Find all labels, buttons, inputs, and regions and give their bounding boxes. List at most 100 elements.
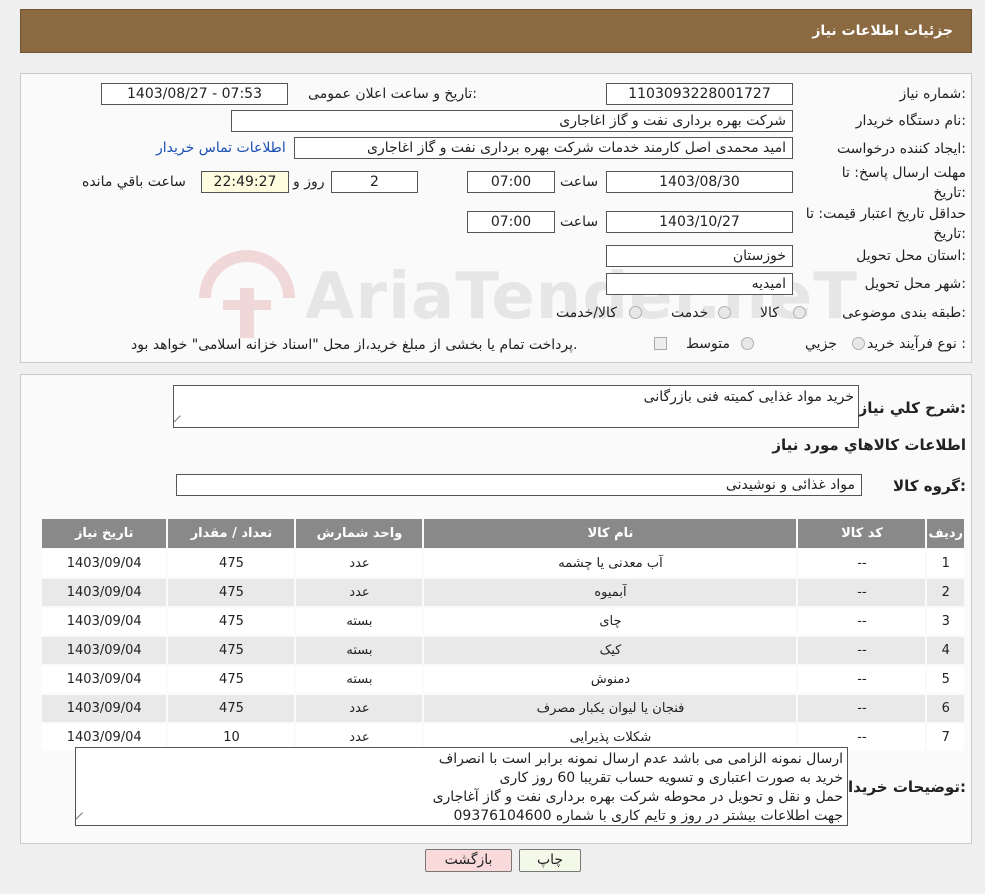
cell-row: 6 — [927, 695, 964, 722]
days-field: 2 — [331, 171, 418, 193]
col-code-header: کد کالا — [798, 519, 926, 548]
process-minor-radio[interactable] — [852, 337, 865, 350]
cell-qty: 475 — [168, 695, 295, 722]
cell-qty: 475 — [168, 637, 295, 664]
category-label: طبقه بندی موضوعی: — [842, 305, 966, 321]
province-label: استان محل تحویل: — [856, 248, 966, 264]
cell-qty: 475 — [168, 608, 295, 635]
page-title: جزئیات اطلاعات نیاز — [812, 23, 953, 39]
remaining-label: ساعت باقي مانده — [82, 174, 186, 190]
cell-date: 1403/09/04 — [42, 666, 167, 693]
category-service-radio[interactable] — [718, 306, 731, 319]
cell-date: 1403/09/04 — [42, 550, 167, 577]
cell-row: 3 — [927, 608, 964, 635]
col-unit-header: واحد شمارش — [296, 519, 423, 548]
announce-label: تاریخ و ساعت اعلان عمومی: — [308, 86, 477, 102]
cell-unit: بسته — [296, 608, 423, 635]
cell-name: چای — [424, 608, 797, 635]
table-row: 6 -- فنجان یا لیوان یکبار مصرف عدد 475 1… — [42, 695, 964, 722]
description-label: شرح کلي نياز: — [858, 399, 966, 417]
deadline-label: مهلت ارسال پاسخ: تا تاریخ: — [841, 165, 966, 201]
cell-unit: عدد — [296, 550, 423, 577]
cell-qty: 475 — [168, 550, 295, 577]
remaining-time-field: 22:49:27 — [201, 171, 289, 193]
deadline-time-label: ساعت — [560, 174, 599, 190]
notes-line: جهت اطلاعات بیشتر در روز و تایم کاری با … — [453, 808, 844, 824]
cell-row: 5 — [927, 666, 964, 693]
table-row: 5 -- دمنوش بسته 475 1403/09/04 — [42, 666, 964, 693]
table-header-row: ردیف کد کالا نام کالا واحد شمارش تعداد /… — [42, 519, 964, 548]
process-note: پرداخت تمام یا بخشی از مبلغ خرید،از محل … — [131, 337, 578, 353]
buyer-org-label: نام دستگاه خریدار: — [855, 113, 966, 129]
cell-date: 1403/09/04 — [42, 695, 167, 722]
page-header: جزئیات اطلاعات نیاز — [20, 9, 972, 53]
city-field: امیدیه — [606, 273, 793, 295]
col-qty-header: تعداد / مقدار — [168, 519, 295, 548]
cell-name: فنجان یا لیوان یکبار مصرف — [424, 695, 797, 722]
cell-date: 1403/09/04 — [42, 579, 167, 606]
category-both-label: کالا/خدمت — [556, 305, 617, 321]
items-section-title: اطلاعات کالاهاي مورد نياز — [772, 436, 966, 454]
back-button[interactable]: بازگشت — [425, 849, 512, 872]
notes-line: حمل و نقل و تحویل در محوطه شرکت بهره برد… — [432, 789, 843, 805]
announce-field: 1403/08/27 - 07:53 — [101, 83, 288, 105]
cell-unit: عدد — [296, 579, 423, 606]
province-field: خوزستان — [606, 245, 793, 267]
cell-row: 4 — [927, 637, 964, 664]
table-row: 3 -- چای بسته 475 1403/09/04 — [42, 608, 964, 635]
cell-name: کیک — [424, 637, 797, 664]
need-number-field: 1103093228001727 — [606, 83, 793, 105]
cell-name: دمنوش — [424, 666, 797, 693]
need-number-label: شماره نیاز: — [899, 86, 966, 102]
notes-line: خرید به صورت اعتباری و تسویه حساب تقریبا… — [499, 770, 844, 786]
process-medium-label: متوسط — [686, 336, 730, 352]
validity-date-field: 1403/10/27 — [606, 211, 793, 233]
col-date-header: تاریخ نیاز — [42, 519, 167, 548]
process-minor-label: جزیي — [805, 336, 837, 352]
validity-label: حداقل تاریخ اعتبار قیمت: تا تاریخ: — [805, 206, 966, 242]
days-label: روز و — [293, 174, 325, 190]
validity-time-label: ساعت — [560, 214, 599, 230]
cell-name: آبمیوه — [424, 579, 797, 606]
cell-name: آب معدنی یا چشمه — [424, 550, 797, 577]
cell-row: 2 — [927, 579, 964, 606]
treasury-checkbox[interactable] — [654, 337, 667, 350]
print-button[interactable]: چاپ — [519, 849, 581, 872]
contact-buyer-link[interactable]: اطلاعات تماس خریدار — [156, 140, 286, 156]
group-field: مواد غذائی و نوشیدنی — [176, 474, 862, 496]
col-row-header: ردیف — [927, 519, 964, 548]
deadline-date-field: 1403/08/30 — [606, 171, 793, 193]
requester-label: ایجاد کننده درخواست: — [837, 141, 966, 157]
cell-date: 1403/09/04 — [42, 608, 167, 635]
cell-row: 7 — [927, 724, 964, 751]
cell-code: -- — [798, 579, 926, 606]
cell-qty: 475 — [168, 666, 295, 693]
cell-unit: عدد — [296, 695, 423, 722]
description-field: خرید مواد غذایی کمیته فنی بازرگانی — [173, 385, 859, 428]
process-label: نوع فرآیند خرید : — [867, 336, 966, 352]
deadline-time-field: 07:00 — [467, 171, 555, 193]
col-name-header: نام کالا — [424, 519, 797, 548]
cell-code: -- — [798, 550, 926, 577]
category-goods-radio[interactable] — [793, 306, 806, 319]
notes-line: ارسال نمونه الزامی می باشد عدم ارسال نمو… — [438, 751, 843, 767]
notes-label: توضیحات خریدار: — [839, 778, 966, 796]
table-row: 1 -- آب معدنی یا چشمه عدد 475 1403/09/04 — [42, 550, 964, 577]
validity-time-field: 07:00 — [467, 211, 555, 233]
requester-field: امید محمدی اصل کارمند خدمات شرکت بهره بر… — [294, 137, 793, 159]
cell-qty: 475 — [168, 579, 295, 606]
process-medium-radio[interactable] — [741, 337, 754, 350]
table-row: 4 -- کیک بسته 475 1403/09/04 — [42, 637, 964, 664]
items-table: ردیف کد کالا نام کالا واحد شمارش تعداد /… — [40, 517, 966, 753]
category-service-label: خدمت — [671, 305, 709, 321]
category-goods-label: کالا — [760, 305, 779, 321]
cell-code: -- — [798, 608, 926, 635]
buyer-org-field: شرکت بهره برداری نفت و گاز اغاجاری — [231, 110, 793, 132]
cell-unit: بسته — [296, 637, 423, 664]
category-both-radio[interactable] — [629, 306, 642, 319]
notes-field: ارسال نمونه الزامی می باشد عدم ارسال نمو… — [75, 747, 848, 826]
cell-unit: بسته — [296, 666, 423, 693]
cell-date: 1403/09/04 — [42, 637, 167, 664]
city-label: شهر محل تحویل: — [864, 276, 966, 292]
cell-row: 1 — [927, 550, 964, 577]
